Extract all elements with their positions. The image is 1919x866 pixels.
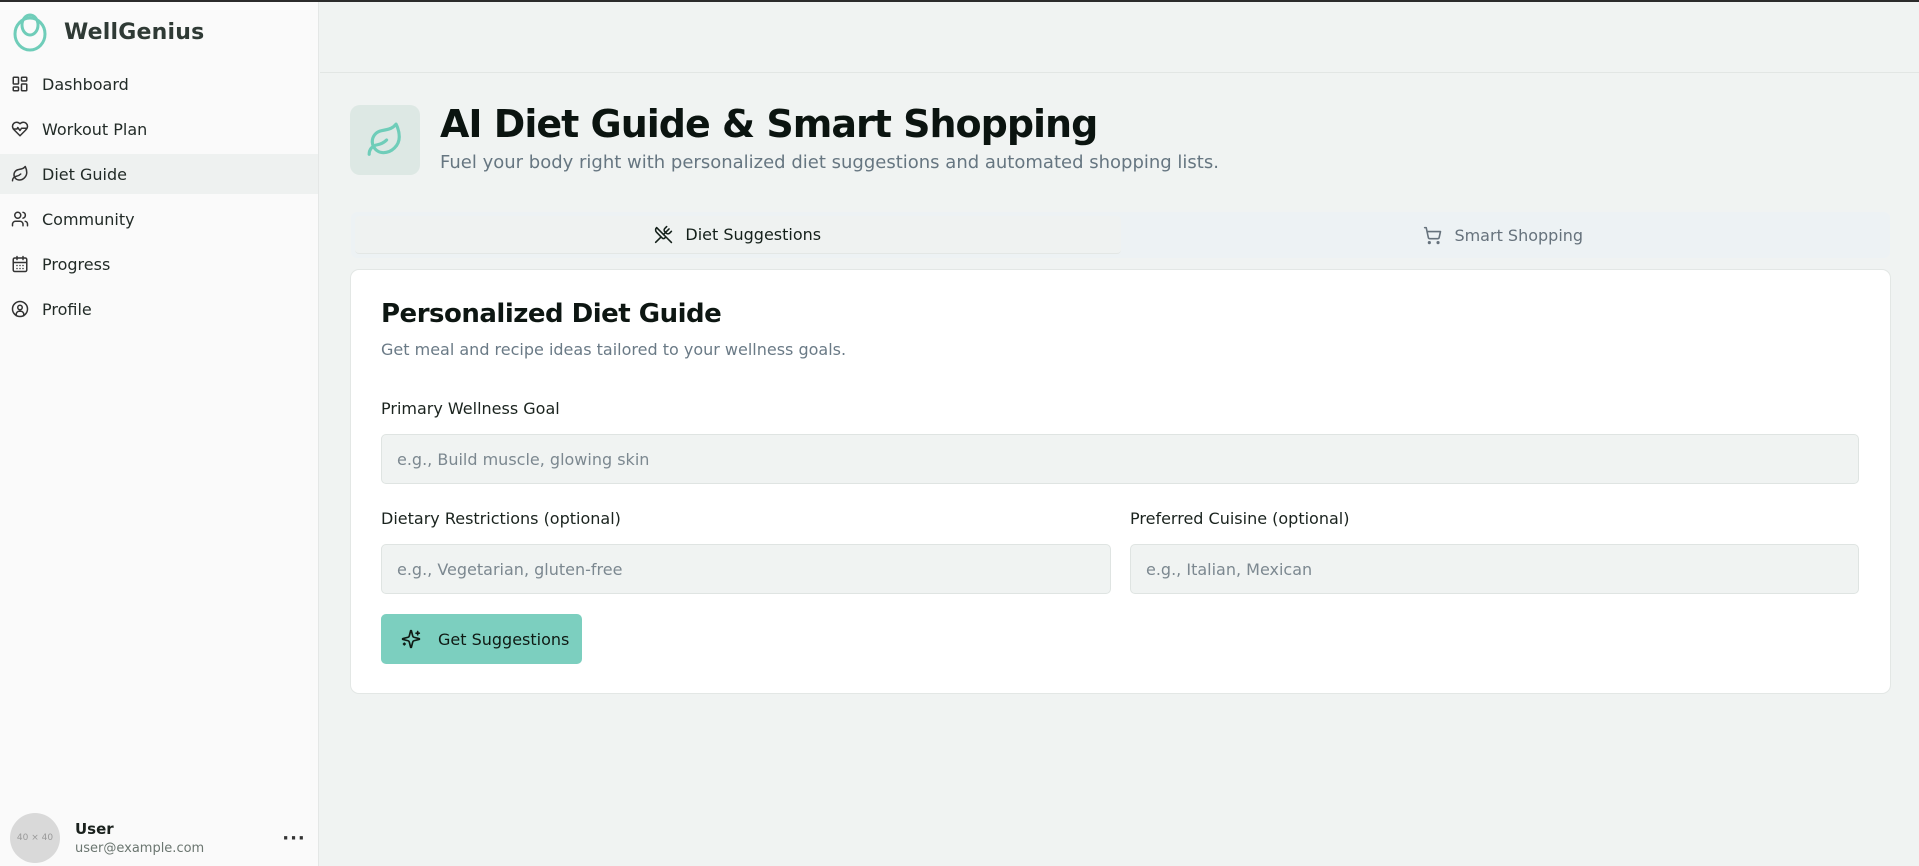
avatar: 40 × 40 <box>10 813 60 863</box>
sidebar-item-dashboard[interactable]: Dashboard <box>0 64 318 104</box>
sidebar-item-progress[interactable]: Progress <box>0 244 318 284</box>
tab-label: Smart Shopping <box>1454 225 1584 245</box>
user-info: User user@example.com <box>75 820 204 856</box>
tab-smart-shopping[interactable]: Smart Shopping <box>1121 216 1887 254</box>
get-suggestions-button[interactable]: Get Suggestions <box>381 614 582 664</box>
wellgenius-logo-icon <box>13 13 47 52</box>
heart-pulse-icon <box>11 120 29 138</box>
sidebar-item-label: Workout Plan <box>42 119 148 139</box>
sidebar-item-workout-plan[interactable]: Workout Plan <box>0 109 318 149</box>
wellness-goal-input[interactable] <box>381 434 1859 484</box>
user-email: user@example.com <box>75 841 205 856</box>
button-label: Get Suggestions <box>438 629 570 649</box>
brand[interactable]: WellGenius <box>12 12 204 52</box>
sidebar-item-community[interactable]: Community <box>0 199 318 239</box>
sidebar: WellGenius Dashboard Workout Plan Diet G… <box>0 2 319 866</box>
leaf-icon <box>11 165 29 183</box>
tab-label: Diet Suggestions <box>685 225 822 244</box>
more-options-button[interactable]: ··· <box>280 824 308 852</box>
more-horizontal-icon: ··· <box>282 827 306 849</box>
utensils-crossed-icon <box>655 225 673 244</box>
sidebar-item-profile[interactable]: Profile <box>0 289 318 329</box>
diet-guide-card: Personalized Diet Guide Get meal and rec… <box>350 269 1891 694</box>
preferred-cuisine-input[interactable] <box>1130 544 1859 594</box>
preferred-cuisine-label: Preferred Cuisine (optional) <box>1130 509 1350 528</box>
shopping-cart-icon <box>1424 226 1442 244</box>
leaf-icon <box>350 105 420 175</box>
app-name: WellGenius <box>64 19 205 45</box>
dashboard-icon <box>11 75 29 93</box>
card-title: Personalized Diet Guide <box>381 299 722 329</box>
user-profile[interactable]: 40 × 40 User user@example.com ··· <box>10 812 308 864</box>
users-icon <box>11 210 29 228</box>
dietary-restrictions-input[interactable] <box>381 544 1111 594</box>
sidebar-nav: Dashboard Workout Plan Diet Guide Commun… <box>0 64 318 334</box>
user-circle-icon <box>11 300 29 318</box>
sidebar-item-label: Profile <box>42 299 92 319</box>
dietary-restrictions-label: Dietary Restrictions (optional) <box>381 509 621 528</box>
sidebar-item-label: Progress <box>42 254 111 274</box>
card-description: Get meal and recipe ideas tailored to yo… <box>381 340 847 359</box>
top-bar <box>320 2 1919 73</box>
sidebar-item-diet-guide[interactable]: Diet Guide <box>0 154 318 194</box>
calendar-icon <box>11 255 29 273</box>
sidebar-item-label: Dashboard <box>42 74 129 94</box>
page-subtitle: Fuel your body right with personalized d… <box>440 152 1219 173</box>
page-title: AI Diet Guide & Smart Shopping <box>440 102 1098 146</box>
user-name: User <box>75 820 114 838</box>
sidebar-item-label: Community <box>42 209 135 229</box>
wellness-goal-label: Primary Wellness Goal <box>381 399 560 418</box>
tab-list: Diet Suggestions Smart Shopping <box>351 212 1890 258</box>
tab-diet-suggestions[interactable]: Diet Suggestions <box>355 216 1121 254</box>
sidebar-item-label: Diet Guide <box>42 164 127 184</box>
sparkles-icon <box>401 629 421 649</box>
